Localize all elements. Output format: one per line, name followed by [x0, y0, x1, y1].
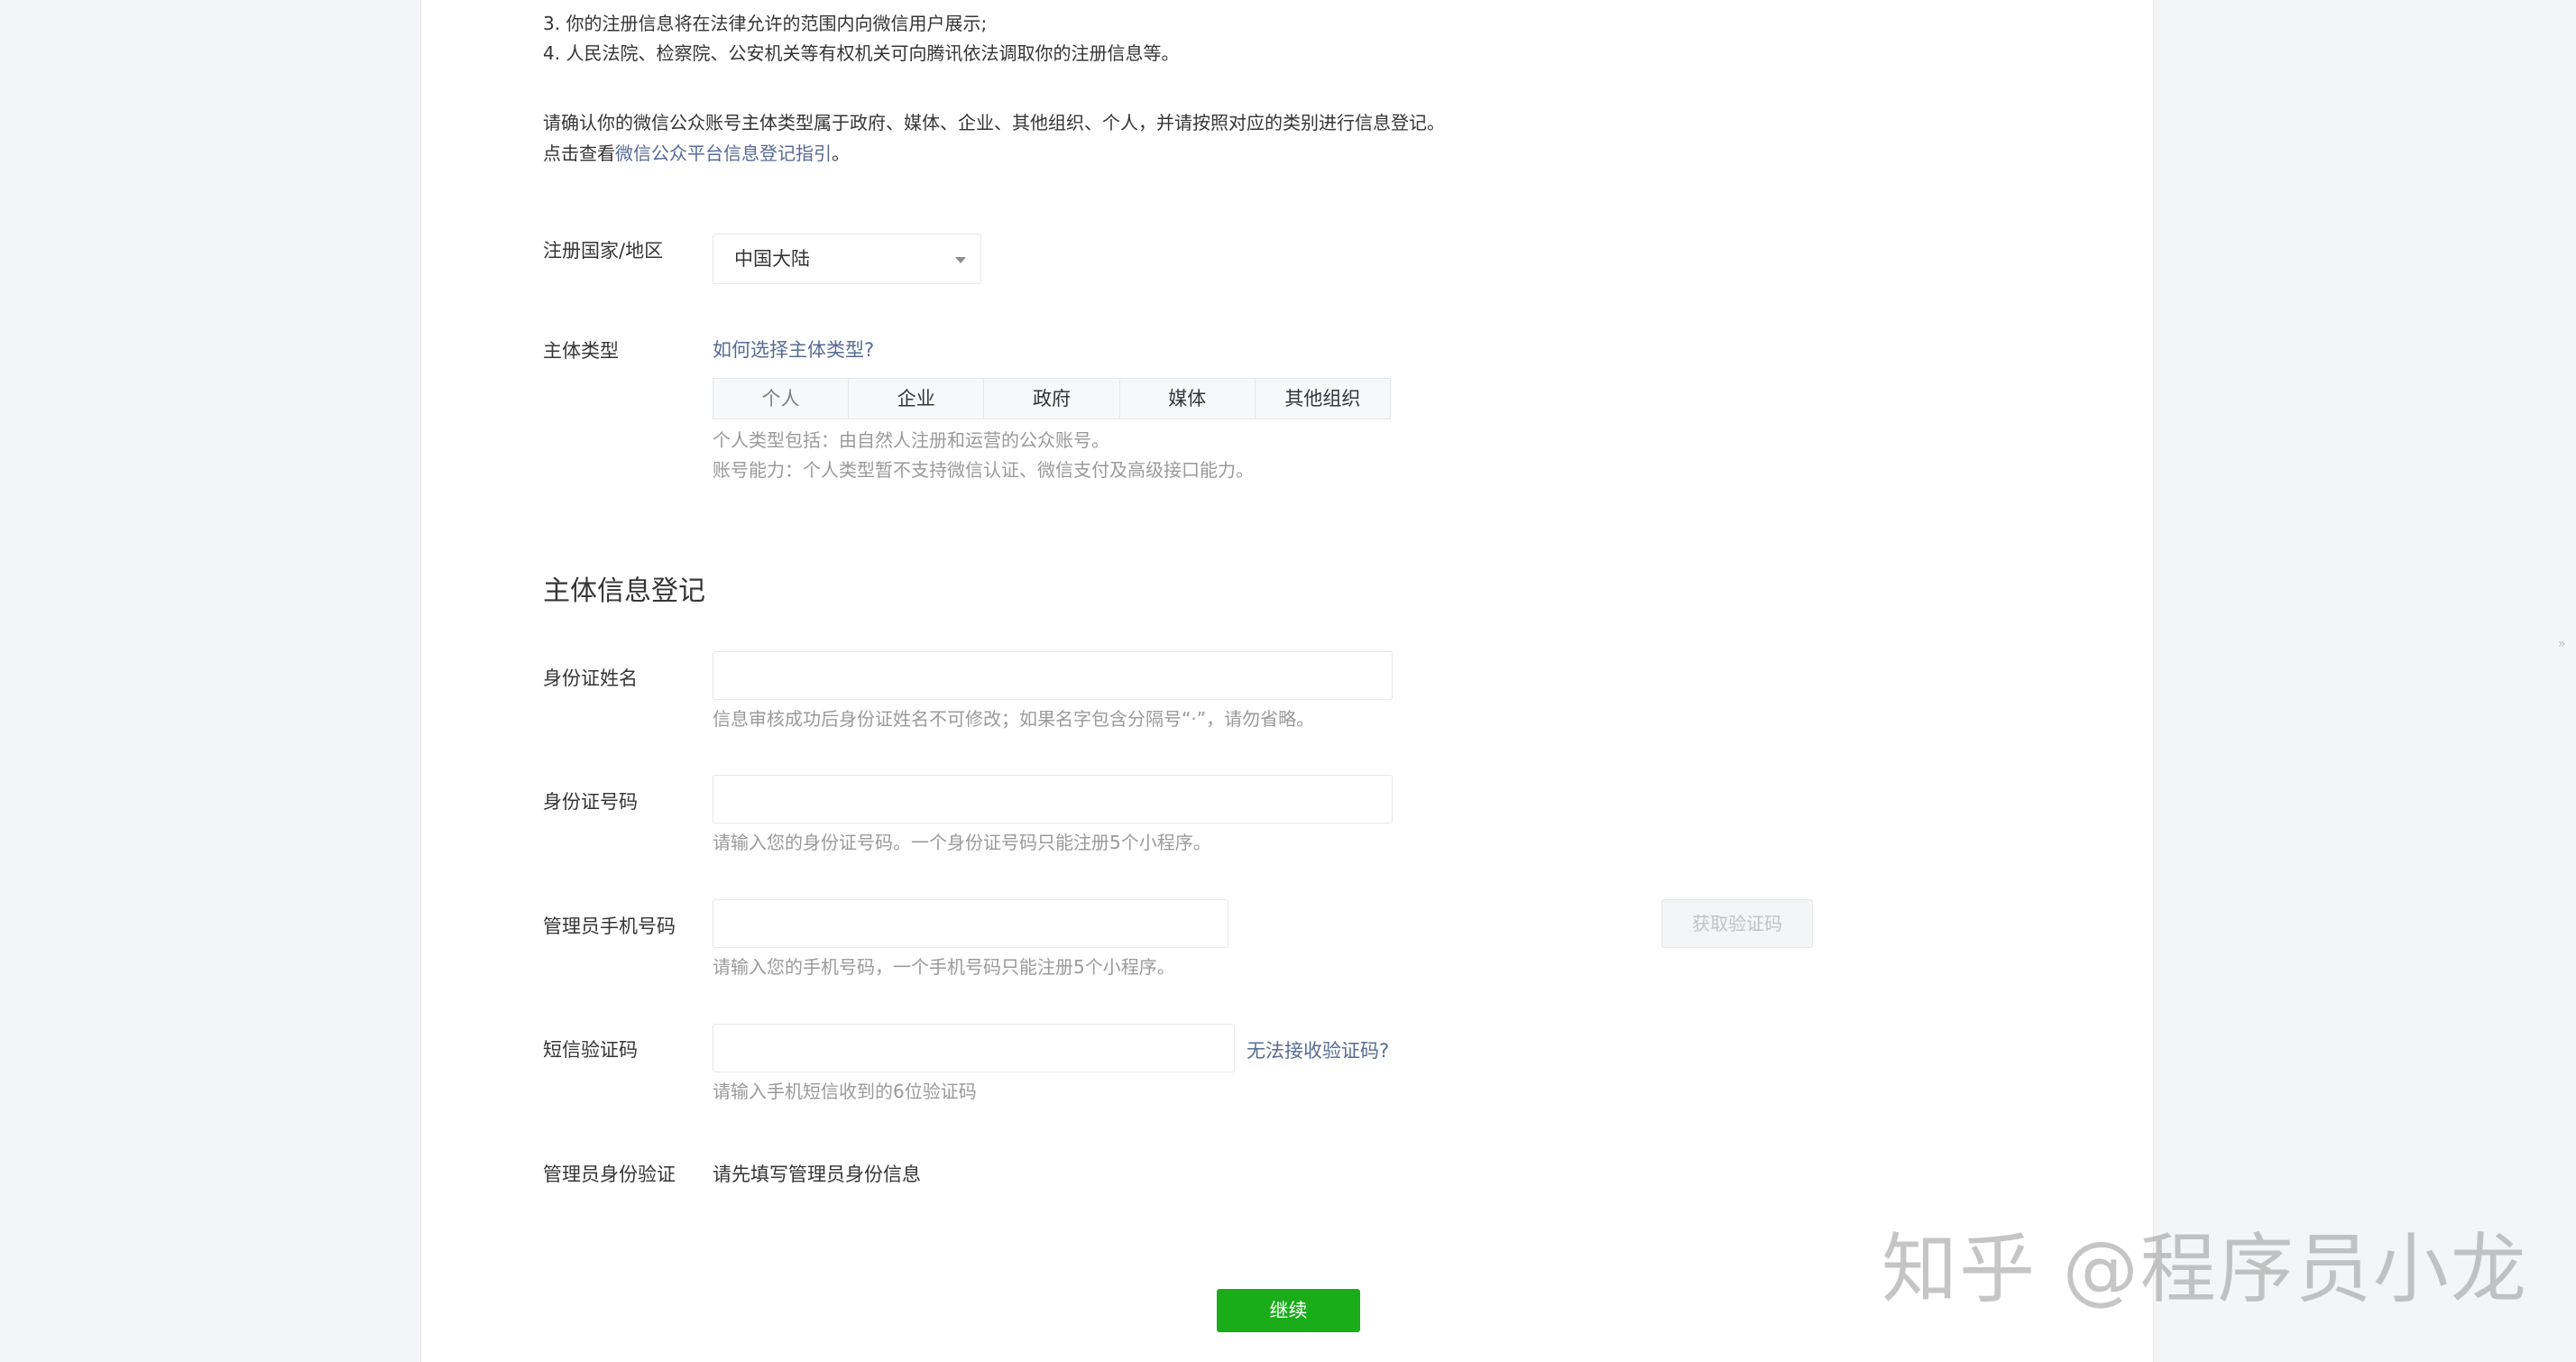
subject-type-tip-2: 账号能力：个人类型暂不支持微信认证、微信支付及高级接口能力。 [713, 459, 1254, 481]
guide-link[interactable]: 微信公众平台信息登记指引 [615, 143, 832, 164]
notice-subject-types: 请确认你的微信公众账号主体类型属于政府、媒体、企业、其他组织、个人，并请按照对应… [543, 112, 1445, 133]
subject-type-option-individual[interactable]: 个人 [713, 379, 848, 419]
id-name-label: 身份证姓名 [543, 667, 638, 689]
scroll-handle-icon[interactable]: » [2558, 637, 2569, 651]
subject-type-label: 主体类型 [543, 340, 619, 362]
subject-type-option-other-org[interactable]: 其他组织 [1254, 379, 1390, 419]
subject-type-tabs: 个人 企业 政府 媒体 其他组织 [713, 378, 1391, 419]
sms-label: 短信验证码 [543, 1039, 638, 1061]
id-name-input[interactable] [713, 651, 1393, 700]
subject-type-option-media[interactable]: 媒体 [1118, 379, 1255, 419]
admin-verify-value: 请先填写管理员身份信息 [713, 1164, 921, 1185]
chevron-down-icon [955, 257, 966, 263]
notice-guide: 点击查看微信公众平台信息登记指引。 [543, 139, 850, 169]
sms-tip: 请输入手机短信收到的6位验证码 [713, 1081, 977, 1102]
id-name-tip: 信息审核成功后身份证姓名不可修改；如果名字包含分隔号“·”，请勿省略。 [713, 708, 1315, 730]
id-number-input[interactable] [713, 775, 1393, 824]
notice-guide-prefix: 点击查看 [543, 143, 615, 164]
continue-button[interactable]: 继续 [1217, 1289, 1360, 1332]
id-number-tip: 请输入您的身份证号码。一个身份证号码只能注册5个小程序。 [713, 832, 1211, 853]
notice-guide-suffix: 。 [832, 143, 850, 164]
subject-type-option-enterprise[interactable]: 企业 [848, 379, 983, 419]
phone-tip: 请输入您的手机号码，一个手机号码只能注册5个小程序。 [713, 956, 1175, 978]
subject-type-help-link[interactable]: 如何选择主体类型? [713, 336, 874, 363]
region-label: 注册国家/地区 [543, 240, 664, 262]
sms-help-link[interactable]: 无法接收验证码? [1247, 1036, 1389, 1063]
watermark: 知乎 @程序员小龙 [1881, 1225, 2528, 1313]
phone-input[interactable] [713, 899, 1228, 948]
get-code-button[interactable]: 获取验证码 [1661, 899, 1813, 948]
subject-type-tip-1: 个人类型包括：由自然人注册和运营的公众账号。 [713, 429, 1109, 451]
sms-code-input[interactable] [713, 1024, 1235, 1072]
phone-label: 管理员手机号码 [543, 916, 676, 937]
id-number-label: 身份证号码 [543, 791, 638, 813]
notice-line-4: 4. 人民法院、检察院、公安机关等有权机关可向腾讯依法调取你的注册信息等。 [543, 42, 1180, 64]
region-select[interactable]: 中国大陆 [713, 234, 981, 284]
admin-verify-label: 管理员身份验证 [543, 1164, 676, 1185]
region-select-value: 中国大陆 [734, 248, 810, 270]
section-title: 主体信息登记 [543, 575, 705, 607]
subject-type-option-government[interactable]: 政府 [983, 379, 1118, 419]
notice-line-3: 3. 你的注册信息将在法律允许的范围内向微信用户展示; [543, 13, 988, 34]
registration-form-card: 3. 你的注册信息将在法律允许的范围内向微信用户展示; 4. 人民法院、检察院、… [420, 0, 2154, 1362]
